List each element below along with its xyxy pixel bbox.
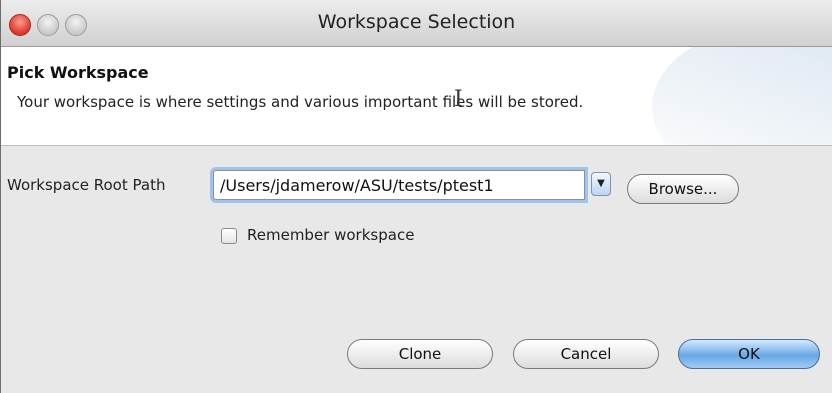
clone-button[interactable]: Clone: [347, 339, 493, 369]
text-cursor-icon: I: [454, 87, 463, 112]
header-decoration: [652, 47, 832, 145]
browse-button[interactable]: Browse...: [627, 174, 739, 204]
dialog-header: Pick Workspace Your workspace is where s…: [1, 47, 832, 146]
workspace-path-combo[interactable]: ▼: [213, 170, 611, 200]
remember-workspace-label[interactable]: Remember workspace: [247, 226, 414, 244]
chevron-down-icon[interactable]: ▼: [591, 172, 611, 196]
header-title: Pick Workspace: [7, 63, 149, 82]
title-bar[interactable]: Workspace Selection: [1, 0, 832, 47]
cancel-button[interactable]: Cancel: [513, 339, 659, 369]
remember-workspace-checkbox[interactable]: [221, 228, 237, 244]
dialog-window: Workspace Selection Pick Workspace Your …: [0, 0, 832, 393]
workspace-root-path-label: Workspace Root Path: [7, 176, 166, 194]
window-title: Workspace Selection: [317, 11, 516, 33]
workspace-path-input[interactable]: [213, 170, 585, 200]
header-description: Your workspace is where settings and var…: [17, 93, 584, 111]
ok-button[interactable]: OK: [678, 339, 820, 369]
